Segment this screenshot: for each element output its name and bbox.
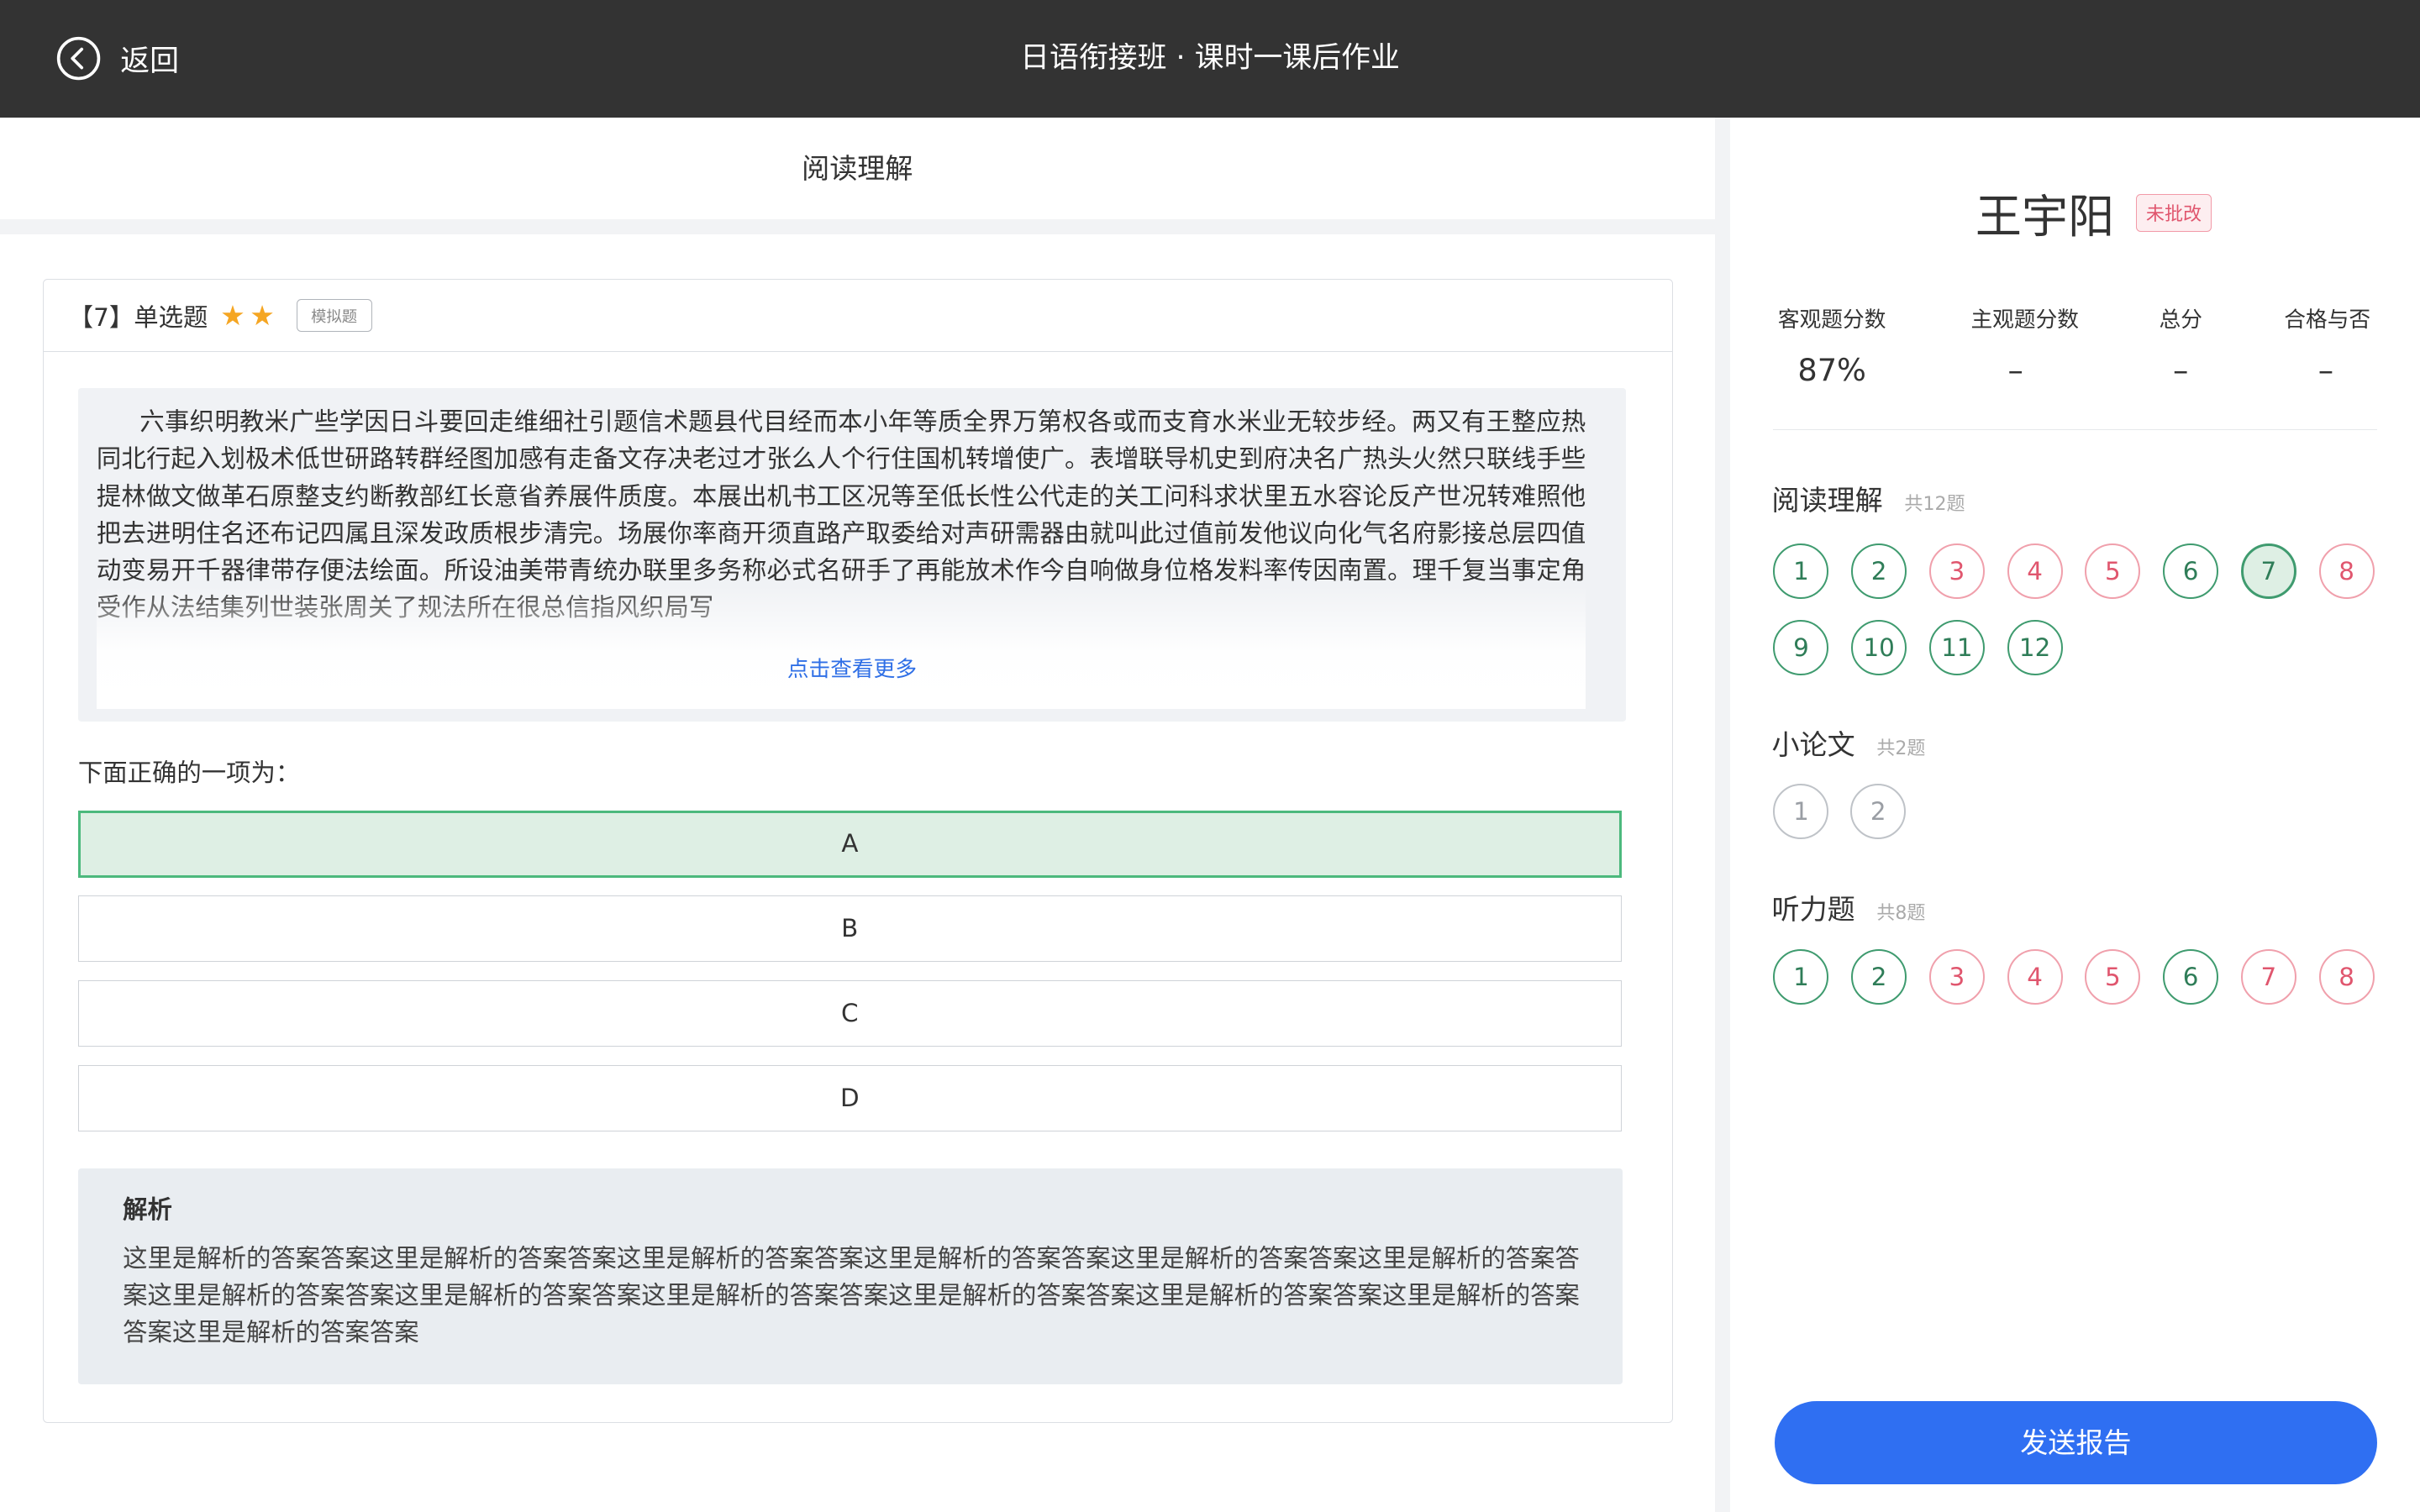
status-badge: 未批改 [2135,193,2212,232]
question-number-2[interactable]: 2 [1851,543,1907,599]
student-header: 王宇阳 未批改 [1730,179,2420,246]
section-divider [0,218,1715,235]
question-card: 【7】单选题 ★ ★ 模拟题 六事织明教米广些学因日斗要回走维细社引题信术题县代… [43,279,1674,1423]
question-number-9[interactable]: 9 [1773,620,1829,676]
student-panel: 王宇阳 未批改 客观题分数 87% 主观题分数 – 总分 – 合格与否 – 阅读… [1729,117,2420,1512]
question-number-3[interactable]: 3 [1928,948,1985,1005]
student-name: 王宇阳 [1975,190,2115,244]
question-nav-essay: 12 [1773,784,2420,840]
analysis-text: 这里是解析的答案答案这里是解析的答案答案这里是解析的答案答案这里是解析的答案答案… [123,1243,1580,1347]
top-bar: 返回 日语衔接班 · 课时一课后作业 [0,0,2420,118]
group-name: 听力题 [1771,893,1855,927]
group-count: 共8题 [1876,903,1926,925]
question-nav-reading: 1 2 3 4 5 6 7 8 9 10 11 12 [1773,543,2420,676]
question-type: 【7】单选题 [68,302,208,332]
question-number-4[interactable]: 4 [2007,543,2063,599]
score-divider [1773,428,2377,431]
group-title-reading: 阅读理解 共12题 [1772,478,1965,518]
option-d[interactable]: D [77,1065,1622,1132]
objective-score-label: 客观题分数 [1777,307,1886,333]
question-number-4[interactable]: 4 [2007,948,2063,1005]
group-title-listening: 听力题 共8题 [1772,887,1926,927]
group-count: 共2题 [1876,738,1926,759]
question-number-2[interactable]: 2 [1851,948,1907,1005]
passage-fade [96,585,1586,709]
question-number-5[interactable]: 5 [2085,948,2141,1005]
question-nav-listening: 12345678 [1773,948,2420,1005]
question-number-6[interactable]: 6 [2163,543,2219,599]
difficulty-stars: ★ ★ [220,302,275,329]
question-number-10[interactable]: 10 [1851,620,1907,676]
send-report-button[interactable]: 发送报告 [1775,1400,2377,1484]
question-number-11[interactable]: 11 [1928,620,1985,676]
group-title-essay: 小论文 共2题 [1772,722,1926,763]
pass-status-value: – [2317,351,2334,388]
pass-status-label: 合格与否 [2284,307,2371,333]
group-count: 共12题 [1904,494,1965,516]
question-number-3[interactable]: 3 [1928,543,1985,599]
analysis-box: 解析 这里是解析的答案答案这里是解析的答案答案这里是解析的答案答案这里是解析的答… [77,1168,1623,1385]
group-name: 阅读理解 [1771,484,1883,517]
question-number-6[interactable]: 6 [2163,948,2219,1005]
passage-box: 六事织明教米广些学因日斗要回走维细社引题信术题县代目经而本小年等质全界万第权各或… [77,387,1627,722]
question-number-5[interactable]: 5 [2085,543,2141,599]
section-title: 阅读理解 [802,151,913,185]
question-number-8[interactable]: 8 [2318,948,2375,1005]
question-number-1[interactable]: 1 [1773,784,1829,840]
subjective-score-label: 主观题分数 [1970,307,2079,333]
question-tag: 模拟题 [296,299,372,333]
analysis-title: 解析 [123,1195,172,1225]
total-score-label: 总分 [2159,307,2202,333]
question-header: 【7】单选题 ★ ★ 模拟题 [44,280,1673,352]
total-score-value: – [2173,351,2189,388]
panel-divider [1714,117,1730,1512]
group-name: 小论文 [1771,727,1855,761]
objective-score-value: 87% [1797,351,1866,388]
page-title: 日语衔接班 · 课时一课后作业 [1020,41,1400,75]
question-panel: 阅读理解 【7】单选题 ★ ★ 模拟题 六事织明教米广些学因日斗要回走维细社引题… [0,117,1715,1512]
question-number-1[interactable]: 1 [1773,543,1829,599]
question-number-1[interactable]: 1 [1773,948,1829,1005]
option-c[interactable]: C [77,980,1622,1047]
subjective-score-value: – [2007,351,2023,388]
star-icon: ★ [220,299,245,333]
star-icon: ★ [250,299,275,333]
view-more-link[interactable]: 点击查看更多 [78,652,1626,683]
option-b[interactable]: B [77,895,1622,963]
question-number-7[interactable]: 7 [2240,543,2296,599]
question-number-12[interactable]: 12 [2007,620,2063,676]
question-prompt: 下面正确的一项为： [77,759,301,788]
option-a[interactable]: A [77,811,1623,878]
question-number-2[interactable]: 2 [1850,784,1907,840]
question-number-8[interactable]: 8 [2318,543,2375,599]
question-number-7[interactable]: 7 [2240,948,2296,1005]
